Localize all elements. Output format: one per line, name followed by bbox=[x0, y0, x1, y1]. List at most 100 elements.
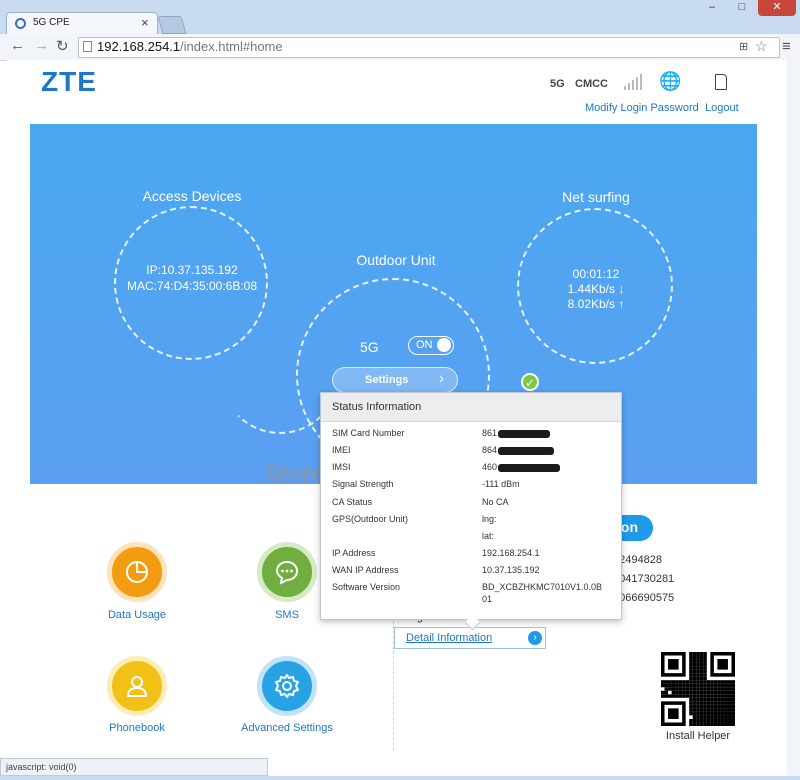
qr-module bbox=[717, 683, 721, 688]
qr-module bbox=[661, 690, 665, 695]
qr-module bbox=[731, 694, 735, 698]
scrollbar[interactable] bbox=[787, 60, 800, 776]
qr-module bbox=[696, 683, 700, 688]
qr-code bbox=[661, 652, 735, 726]
popup-row-value: 10.37.135.192 bbox=[482, 565, 540, 575]
close-window-button[interactable]: ✕ bbox=[758, 0, 796, 16]
qr-module bbox=[689, 652, 693, 656]
qr-module bbox=[713, 701, 718, 705]
bookmark-star-icon[interactable]: ☆ bbox=[755, 38, 768, 55]
qr-module bbox=[706, 715, 711, 719]
qr-module bbox=[692, 673, 697, 677]
detail-information-link[interactable]: Detail Information bbox=[406, 632, 492, 644]
qr-module bbox=[710, 683, 714, 688]
address-input[interactable]: 192.168.254.1 /index.html#home ⊞ ☆ bbox=[78, 37, 780, 58]
qr-module bbox=[710, 697, 714, 702]
qr-module bbox=[713, 708, 718, 712]
qr-module bbox=[699, 659, 704, 663]
qr-module bbox=[720, 722, 725, 726]
qr-module bbox=[692, 683, 697, 688]
qr-module bbox=[720, 701, 725, 705]
qr-module bbox=[724, 708, 728, 712]
tab-close-icon[interactable]: × bbox=[141, 15, 149, 30]
settings-button[interactable]: Settings › bbox=[332, 367, 458, 393]
popup-value-text: 864 bbox=[482, 445, 498, 455]
browser-status-bar: javascript: void(0) bbox=[0, 758, 268, 776]
qr-module bbox=[727, 722, 732, 726]
qr-module bbox=[710, 680, 714, 684]
qr-module bbox=[696, 711, 700, 716]
popup-row-value: No CA bbox=[482, 497, 509, 507]
browser-menu-icon[interactable]: ≡ bbox=[782, 38, 791, 55]
popup-title: Status Information bbox=[332, 401, 422, 413]
qr-module bbox=[713, 690, 718, 695]
qr-module bbox=[720, 687, 725, 691]
status-information-popup: Status Information SIM Card Number 861 IME… bbox=[320, 392, 622, 631]
maximize-button[interactable]: □ bbox=[730, 0, 754, 16]
download-speed: 1.44Kb/s ↓ bbox=[567, 282, 625, 296]
qr-module bbox=[696, 673, 700, 677]
qr-finder bbox=[717, 659, 728, 670]
forward-icon[interactable]: → bbox=[34, 37, 49, 54]
qr-module bbox=[713, 683, 718, 688]
qr-module bbox=[689, 680, 693, 684]
qr-module bbox=[713, 715, 718, 719]
qr-module bbox=[692, 662, 697, 667]
phonebook-button[interactable] bbox=[107, 656, 167, 716]
logout-link[interactable]: Logout bbox=[705, 102, 739, 114]
qr-module bbox=[678, 683, 683, 688]
qr-module bbox=[685, 687, 690, 691]
qr-module bbox=[727, 718, 732, 723]
qr-module bbox=[720, 680, 725, 684]
qr-module bbox=[671, 680, 676, 684]
qr-module bbox=[685, 694, 690, 698]
data-usage-label[interactable]: Data Usage bbox=[77, 609, 197, 621]
qr-module bbox=[696, 708, 700, 712]
qr-module bbox=[724, 715, 728, 719]
qr-module bbox=[675, 690, 679, 695]
address-bar-row: ← → ↻ 192.168.254.1 /index.html#home ⊞ ☆ bbox=[0, 34, 800, 61]
qr-finder bbox=[668, 659, 679, 670]
advanced-settings-button[interactable] bbox=[257, 656, 317, 716]
detail-information-button[interactable]: Detail Information › bbox=[394, 627, 546, 649]
qr-module bbox=[727, 694, 732, 698]
sms-button[interactable] bbox=[257, 542, 317, 602]
qr-module bbox=[717, 701, 721, 705]
qr-module bbox=[699, 690, 704, 695]
qr-module bbox=[710, 690, 714, 695]
data-usage-button[interactable] bbox=[107, 542, 167, 602]
qr-module bbox=[699, 722, 704, 726]
translate-icon[interactable]: ⊞ bbox=[739, 40, 748, 53]
minimize-button[interactable]: – bbox=[700, 0, 724, 16]
new-tab-button[interactable] bbox=[157, 16, 187, 34]
connection-toggle[interactable]: ON bbox=[408, 336, 454, 355]
qr-module bbox=[699, 704, 704, 709]
qr-module bbox=[692, 676, 697, 681]
phonebook-label[interactable]: Phonebook bbox=[77, 722, 197, 734]
modify-password-link[interactable]: Modify Login Password bbox=[585, 102, 699, 114]
qr-module bbox=[699, 694, 704, 698]
back-icon[interactable]: ← bbox=[10, 37, 25, 54]
qr-module bbox=[692, 659, 697, 663]
qr-module bbox=[727, 715, 732, 719]
qr-module bbox=[689, 659, 693, 663]
qr-module bbox=[696, 655, 700, 660]
qr-module bbox=[727, 704, 732, 709]
qr-module bbox=[696, 669, 700, 674]
reload-icon[interactable]: ↻ bbox=[56, 37, 69, 55]
qr-module bbox=[710, 711, 714, 716]
access-ip: IP:10.37.135.192 bbox=[146, 263, 238, 277]
qr-module bbox=[664, 683, 669, 688]
qr-module bbox=[692, 715, 697, 719]
advanced-settings-label[interactable]: Advanced Settings bbox=[227, 722, 347, 734]
qr-module bbox=[724, 711, 728, 716]
redacted-block bbox=[498, 463, 561, 472]
qr-module bbox=[664, 694, 669, 698]
qr-module bbox=[664, 687, 669, 691]
qr-module bbox=[689, 687, 693, 691]
browser-tab[interactable]: 5G CPE × bbox=[6, 12, 158, 35]
qr-module bbox=[710, 687, 714, 691]
qr-module bbox=[717, 697, 721, 702]
qr-module bbox=[703, 718, 707, 723]
qr-module bbox=[727, 711, 732, 716]
